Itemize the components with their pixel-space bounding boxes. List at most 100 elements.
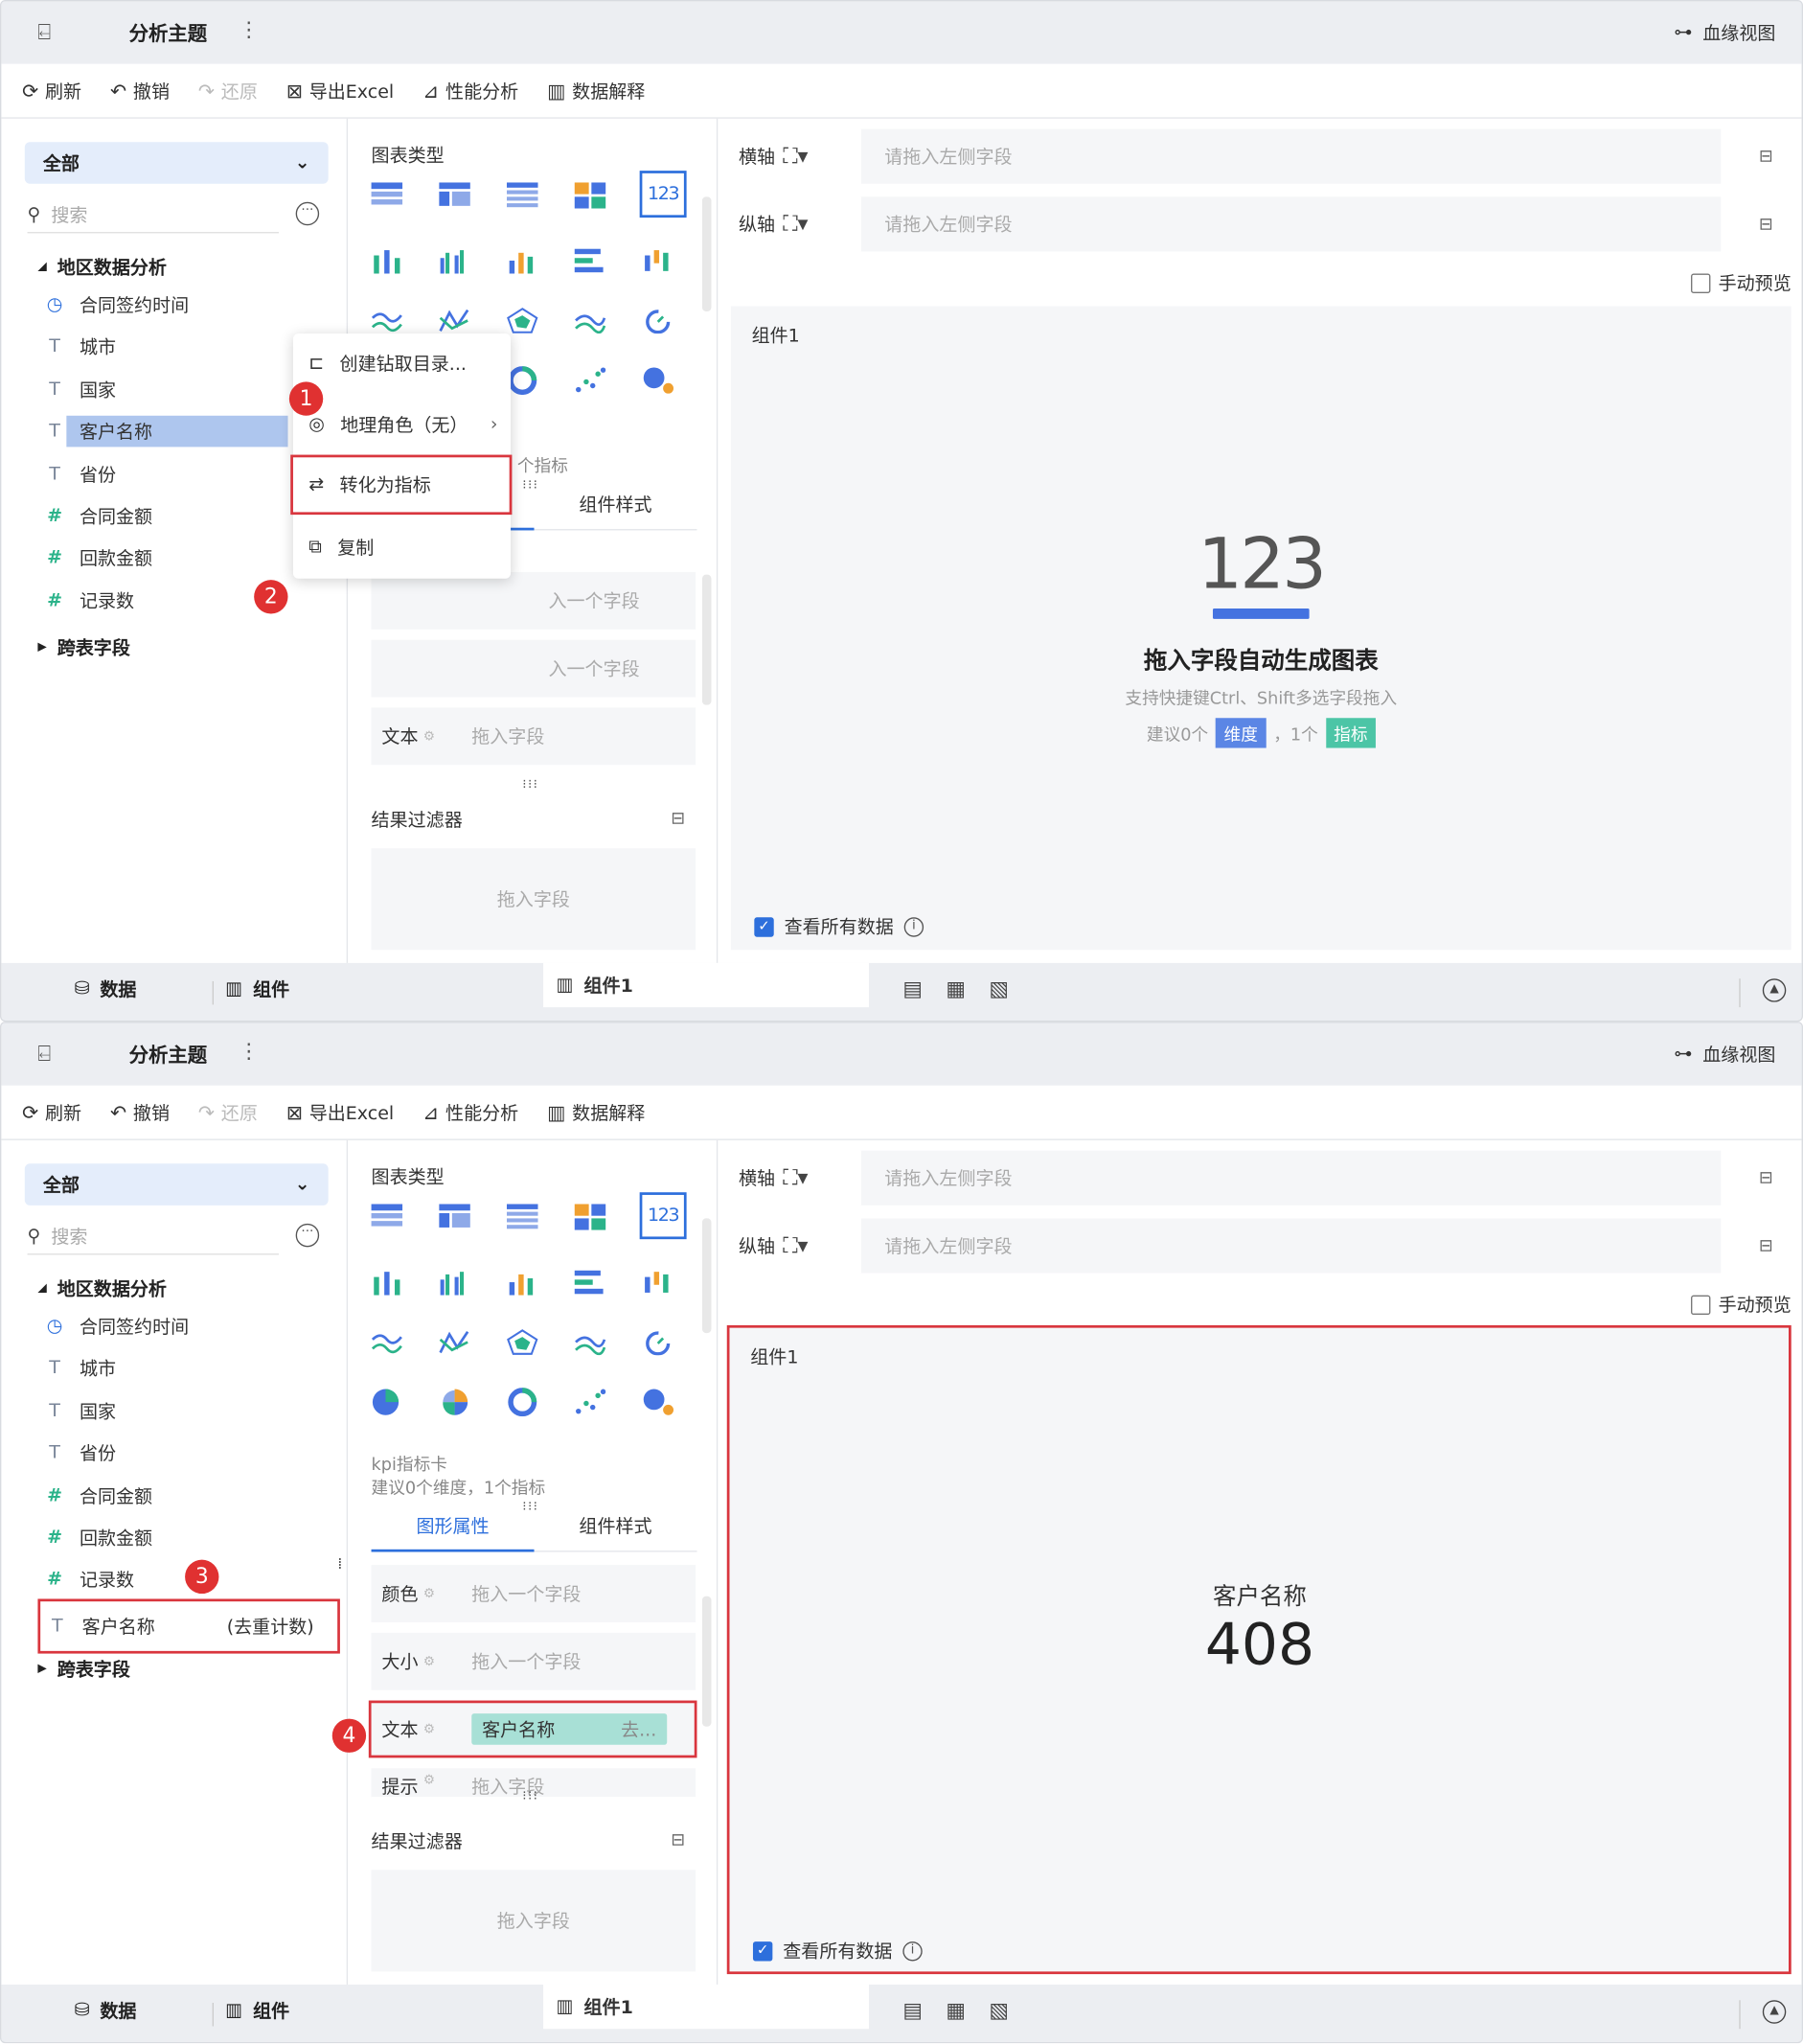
stacked-bar-icon[interactable] xyxy=(369,1265,405,1298)
manual-preview-checkbox[interactable]: 手动预览 xyxy=(1691,1292,1792,1318)
table-chart-icon[interactable] xyxy=(369,178,405,212)
component-sheet-tab[interactable]: ▥ 组件1 xyxy=(543,1984,869,2030)
add-dashboard-icon[interactable]: ▦ xyxy=(946,1998,966,2023)
menu-item-copy[interactable]: ⧉ 复制 xyxy=(293,517,511,578)
exit-icon[interactable]: ⍇ xyxy=(37,1041,51,1067)
field-group[interactable]: ▶ 跨表字段 xyxy=(37,1656,129,1682)
grouped-bar-icon[interactable] xyxy=(437,1265,473,1298)
field-item[interactable]: # 回款金额 xyxy=(46,540,152,574)
gear-icon[interactable]: ⚙ xyxy=(423,1654,435,1668)
menu-item-create-drill[interactable]: ⊏ 创建钻取目录... xyxy=(293,333,511,394)
y-axis-sort-icon[interactable]: ⛶▾ xyxy=(783,1232,861,1258)
waterfall-icon[interactable] xyxy=(640,243,676,277)
area-chart-icon[interactable] xyxy=(572,1325,608,1359)
panel-resize-handle[interactable]: ⁞ xyxy=(337,1554,344,1573)
field-item[interactable]: # 记录数 xyxy=(46,584,134,617)
pie-chart-icon[interactable] xyxy=(369,1385,405,1418)
component-sheet-tab[interactable]: ▥ 组件1 xyxy=(543,962,869,1008)
line-chart-icon[interactable] xyxy=(369,1325,405,1359)
result-filter-drop[interactable]: 拖入字段 xyxy=(371,848,696,951)
component-tab[interactable]: ▥ 组件 xyxy=(225,1998,289,2024)
data-explain-button[interactable]: ▥ 数据解释 xyxy=(547,1099,645,1125)
waterfall-icon[interactable] xyxy=(640,1265,676,1298)
component-tab[interactable]: ▥ 组件 xyxy=(225,976,289,1001)
horizontal-bar-icon[interactable] xyxy=(572,1265,608,1298)
x-axis-drop[interactable]: 请拖入左侧字段 xyxy=(860,1150,1722,1206)
area-chart-icon[interactable] xyxy=(572,304,608,337)
gear-icon[interactable]: ⚙ xyxy=(423,1587,435,1601)
axis-settings-icon[interactable]: ⊟ xyxy=(1759,1236,1773,1255)
refresh-button[interactable]: ⟳ 刷新 xyxy=(22,1099,81,1125)
scatter-icon[interactable] xyxy=(572,1385,608,1418)
field-group[interactable]: ◢ 地区数据分析 xyxy=(37,254,167,280)
rose-chart-icon[interactable] xyxy=(437,1385,473,1418)
scrollbar[interactable] xyxy=(701,574,712,705)
drag-handle-icon[interactable]: ⁝⁝⁝ xyxy=(522,1789,538,1803)
export-excel-button[interactable]: ⊠ 导出Excel xyxy=(286,78,394,103)
treemap-icon[interactable] xyxy=(572,178,608,212)
more-icon[interactable]: ⋮ xyxy=(239,17,260,42)
detail-table-icon[interactable] xyxy=(504,1200,540,1233)
lineage-view-button[interactable]: ⊶ 血缘视图 xyxy=(1674,1041,1775,1067)
field-item[interactable]: # 记录数 xyxy=(46,1562,134,1596)
redo-button[interactable]: ↷ 还原 xyxy=(198,1099,258,1125)
add-chart-icon[interactable]: ▤ xyxy=(902,976,923,1000)
lineage-view-button[interactable]: ⊶ 血缘视图 xyxy=(1674,19,1775,45)
field-item[interactable]: T 国家 xyxy=(46,373,116,406)
refresh-button[interactable]: ⟳ 刷新 xyxy=(22,78,81,103)
y-axis-sort-icon[interactable]: ⛶▾ xyxy=(783,211,861,237)
stacked-bar-icon[interactable] xyxy=(369,243,405,277)
bubble-chart-icon[interactable] xyxy=(640,1385,676,1418)
crosstab-chart-icon[interactable] xyxy=(437,1200,473,1233)
multi-line-icon[interactable] xyxy=(437,304,473,337)
more-options-icon[interactable]: ··· xyxy=(295,1223,320,1248)
add-table-icon[interactable]: ▧ xyxy=(989,1998,1009,2023)
crosstab-chart-icon[interactable] xyxy=(437,178,473,212)
kpi-card-icon[interactable]: 123 xyxy=(639,1192,687,1240)
chart-canvas[interactable]: 组件1 客户名称 408 ✓ 查看所有数据 i xyxy=(726,1324,1792,1975)
gear-icon[interactable]: ⚙ xyxy=(423,1774,435,1788)
field-item-selected[interactable]: T 客户名称 xyxy=(46,414,328,448)
info-icon[interactable]: i xyxy=(902,1941,923,1961)
chart-canvas[interactable]: 组件1 123 拖入字段自动生成图表 支持快捷键Ctrl、Shift多选字段拖入… xyxy=(730,306,1792,951)
drag-handle-icon[interactable]: ⁝⁝⁝ xyxy=(522,778,538,792)
field-item[interactable]: # 合同金额 xyxy=(46,1479,152,1512)
x-axis-drop[interactable]: 请拖入左侧字段 xyxy=(860,128,1722,184)
radar-chart-icon[interactable] xyxy=(504,304,540,337)
axis-settings-icon[interactable]: ⊟ xyxy=(1759,147,1773,166)
bubble-chart-icon[interactable] xyxy=(640,363,676,397)
radar-chart-icon[interactable] xyxy=(504,1325,540,1359)
treemap-icon[interactable] xyxy=(572,1200,608,1233)
kpi-card-icon[interactable]: 123 xyxy=(639,171,687,218)
scatter-icon[interactable] xyxy=(572,363,608,397)
slot-text[interactable]: 文本 ⚙ 客户名称 去... xyxy=(368,1700,697,1758)
field-item[interactable]: T 省份 xyxy=(46,1435,116,1469)
add-table-icon[interactable]: ▧ xyxy=(989,976,1009,1000)
view-all-data-checkbox[interactable]: ✓ 查看所有数据 i xyxy=(754,913,924,939)
multi-line-icon[interactable] xyxy=(437,1325,473,1359)
gauge-icon[interactable] xyxy=(640,304,676,337)
data-tab[interactable]: ⛁ 数据 xyxy=(75,976,137,1001)
tab-graph-properties[interactable]: 图形属性 xyxy=(371,1507,535,1551)
gear-icon[interactable]: ⚙ xyxy=(423,1722,435,1736)
view-all-data-checkbox[interactable]: ✓ 查看所有数据 i xyxy=(752,1938,923,1964)
field-item[interactable]: T 国家 xyxy=(46,1394,116,1428)
x-axis-sort-icon[interactable]: ⛶▾ xyxy=(783,1165,861,1191)
axis-settings-icon[interactable]: ⊟ xyxy=(1759,1168,1773,1187)
chevron-up-icon[interactable]: ▲ xyxy=(1762,2000,1787,2024)
slot-size[interactable]: 大小 ⚙ 拖入一个字段 xyxy=(371,1632,696,1690)
y-axis-drop[interactable]: 请拖入左侧字段 xyxy=(860,196,1722,252)
table-chart-icon[interactable] xyxy=(369,1200,405,1233)
x-axis-sort-icon[interactable]: ⛶▾ xyxy=(783,144,861,170)
scrollbar[interactable] xyxy=(701,196,712,311)
field-group[interactable]: ▶ 跨表字段 xyxy=(37,634,129,660)
tab-component-style[interactable]: 组件样式 xyxy=(535,1507,697,1551)
grouped-bar-icon[interactable] xyxy=(437,243,473,277)
chevron-up-icon[interactable]: ▲ xyxy=(1762,978,1787,1002)
y-axis-drop[interactable]: 请拖入左侧字段 xyxy=(860,1218,1722,1274)
dataset-select[interactable]: 全部 ⌄ xyxy=(24,1163,329,1206)
field-item[interactable]: T 城市 xyxy=(46,330,116,363)
scrollbar[interactable] xyxy=(701,1596,712,1727)
text-field-pill[interactable]: 客户名称 去... xyxy=(471,1713,668,1745)
filter-settings-icon[interactable]: ⊟ xyxy=(671,1831,685,1850)
